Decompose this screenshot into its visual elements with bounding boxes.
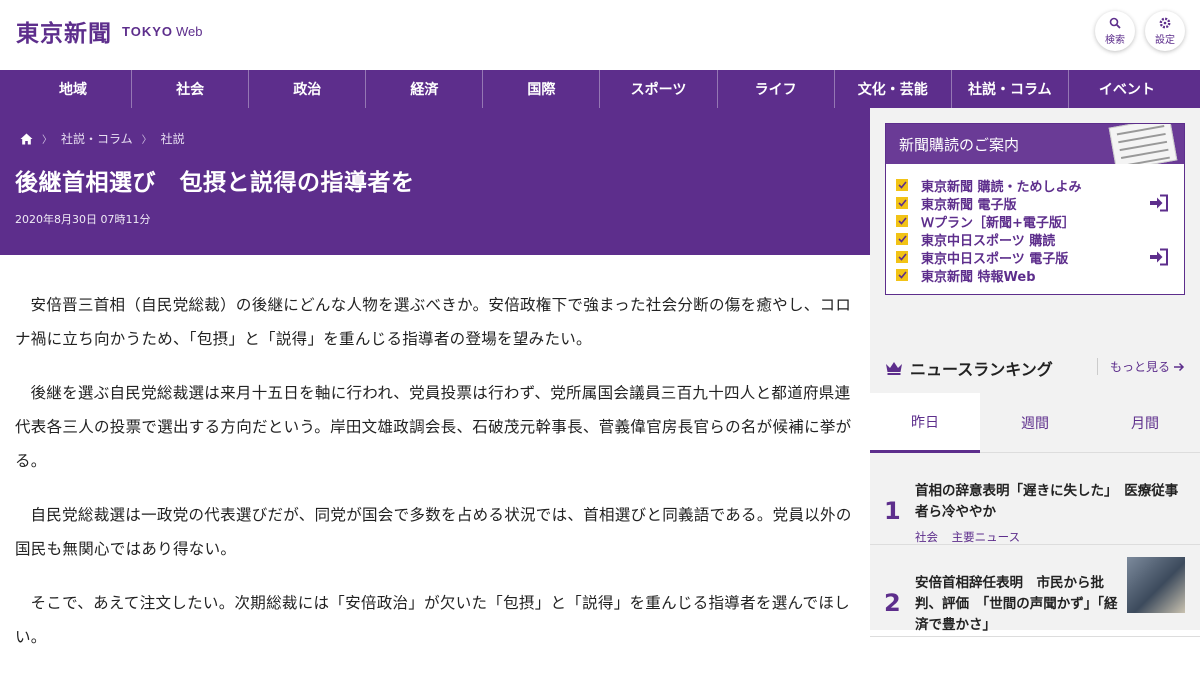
tag-link[interactable]: 主要ニュース — [952, 530, 1020, 544]
checkbox-icon — [896, 269, 908, 281]
subscription-box: 新聞購読のご案内 東京新聞 購読・ためしよみ 東京新聞 電子版 Ｗプラン［新聞+… — [885, 123, 1185, 295]
newspaper-icon — [1108, 124, 1178, 164]
nav-item-society[interactable]: 社会 — [131, 70, 248, 108]
arrow-right-icon — [1174, 362, 1185, 371]
article-paragraph: 後継を選ぶ自民党総裁選は来月十五日を軸に行われ、党員投票は行わず、党所属国会議員… — [15, 384, 852, 470]
article-title: 後継首相選び 包摂と説得の指導者を — [15, 170, 415, 196]
checkbox-icon — [896, 197, 908, 209]
ranking-list: 1 首相の辞意表明「遅きに失した」 医療従事者ら冷ややか 社会 主要ニュース 2… — [870, 453, 1200, 637]
nav-item-area[interactable]: 地域 — [15, 70, 131, 108]
crown-icon — [886, 362, 902, 375]
logo-subtitle: TOKYO Web — [122, 23, 203, 39]
site-header: 東京新聞 TOKYO Web 検索 設定 — [0, 0, 1200, 70]
ranking-item[interactable]: 1 首相の辞意表明「遅きに失した」 医療従事者ら冷ややか 社会 主要ニュース — [870, 453, 1200, 545]
nav-item-economy[interactable]: 経済 — [365, 70, 482, 108]
ranking-thumbnail[interactable] — [1127, 557, 1185, 613]
article-paragraph: 自民党総裁選は一政党の代表選びだが、同党が国会で多数を占める状況では、首相選びと… — [15, 506, 852, 558]
search-label: 検索 — [1105, 34, 1125, 46]
search-button[interactable]: 検索 — [1095, 11, 1135, 51]
subscription-link[interactable]: 東京新聞 特報Web — [896, 266, 1184, 285]
settings-button[interactable]: 設定 — [1145, 11, 1185, 51]
ranking-item[interactable]: 2 安倍首相辞任表明 市民から批判、評価 「世間の声聞かず」「経済で豊かさ」 — [870, 545, 1200, 637]
breadcrumb: 〉 社説・コラム 〉 社説 — [20, 130, 185, 147]
subscription-link[interactable]: Ｗプラン［新聞+電子版］ — [896, 212, 1184, 231]
ranking-header: ニュースランキング もっと見る — [885, 356, 1185, 380]
checkbox-icon — [896, 179, 908, 191]
nav-item-international[interactable]: 国際 — [482, 70, 599, 108]
gear-icon — [1159, 17, 1171, 28]
ranking-headline[interactable]: 安倍首相辞任表明 市民から批判、評価 「世間の声聞かず」「経済で豊かさ」 — [915, 573, 1118, 636]
chevron-right-icon: 〉 — [141, 135, 152, 146]
ranking-tabs: 昨日 週間 月間 — [870, 393, 1200, 453]
login-icon[interactable] — [1149, 248, 1169, 266]
checkbox-icon — [896, 215, 908, 227]
logo-wordmark: 東京新聞 — [16, 20, 112, 47]
ranking-headline[interactable]: 首相の辞意表明「遅きに失した」 医療従事者ら冷ややか — [915, 481, 1185, 523]
nav-item-sports[interactable]: スポーツ — [599, 70, 716, 108]
subscription-link[interactable]: 東京中日スポーツ 購読 — [896, 230, 1184, 249]
settings-label: 設定 — [1155, 34, 1175, 46]
article-paragraph: 安倍晋三首相（自民党総裁）の後継にどんな人物を選ぶべきか。安倍政権下で強まった社… — [15, 296, 852, 348]
search-icon — [1109, 17, 1121, 29]
tab-monthly[interactable]: 月間 — [1090, 393, 1200, 453]
ranking-title: ニュースランキング — [910, 360, 1053, 379]
rank-number: 2 — [884, 589, 901, 617]
checkbox-icon — [896, 233, 908, 245]
site-logo[interactable]: 東京新聞 TOKYO Web — [16, 14, 203, 48]
login-icon[interactable] — [1149, 194, 1169, 212]
article-body: 安倍晋三首相（自民党総裁）の後継にどんな人物を選ぶべきか。安倍政権下で強まった社… — [15, 288, 855, 674]
nav-item-politics[interactable]: 政治 — [248, 70, 365, 108]
nav-item-culture[interactable]: 文化・芸能 — [833, 70, 951, 108]
home-icon[interactable] — [20, 133, 33, 145]
subscription-header: 新聞購読のご案内 — [886, 124, 1184, 164]
main-nav: 地域 社会 政治 経済 国際 スポーツ ライフ 文化・芸能 社説・コラム イベン… — [0, 70, 1200, 108]
subscription-title: 新聞購読のご案内 — [899, 136, 1020, 154]
subscription-link[interactable]: 東京新聞 購読・ためしよみ — [896, 176, 1184, 195]
nav-item-editorial[interactable]: 社説・コラム — [950, 70, 1068, 108]
article-date: 2020年8月30日 07時11分 — [15, 213, 151, 226]
chevron-right-icon: 〉 — [42, 135, 52, 146]
more-link[interactable]: もっと見る — [1096, 358, 1185, 375]
tag-link[interactable]: 社会 — [915, 530, 938, 544]
article-paragraph: そこで、あえて注文したい。次期総裁には「安倍政治」が欠いた「包摂」と「説得」を重… — [15, 594, 850, 646]
nav-item-life[interactable]: ライフ — [716, 70, 834, 108]
checkbox-icon — [896, 251, 908, 263]
subscription-list: 東京新聞 購読・ためしよみ 東京新聞 電子版 Ｗプラン［新聞+電子版］ 東京中日… — [886, 164, 1184, 285]
ranking-tags: 社会 主要ニュース — [915, 529, 1185, 545]
article-header: 〉 社説・コラム 〉 社説 後継首相選び 包摂と説得の指導者を 2020年8月3… — [0, 108, 870, 255]
nav-item-events[interactable]: イベント — [1067, 70, 1185, 108]
breadcrumb-editorial-column[interactable]: 社説・コラム — [61, 130, 133, 147]
subscription-link[interactable]: 東京中日スポーツ 電子版 — [896, 248, 1184, 267]
tab-yesterday[interactable]: 昨日 — [870, 393, 980, 453]
breadcrumb-editorial[interactable]: 社説 — [161, 130, 185, 147]
rank-number: 1 — [884, 497, 901, 525]
sidebar: 新聞購読のご案内 東京新聞 購読・ためしよみ 東京新聞 電子版 Ｗプラン［新聞+… — [870, 108, 1200, 637]
tab-weekly[interactable]: 週間 — [980, 393, 1090, 453]
subscription-link[interactable]: 東京新聞 電子版 — [896, 194, 1184, 213]
